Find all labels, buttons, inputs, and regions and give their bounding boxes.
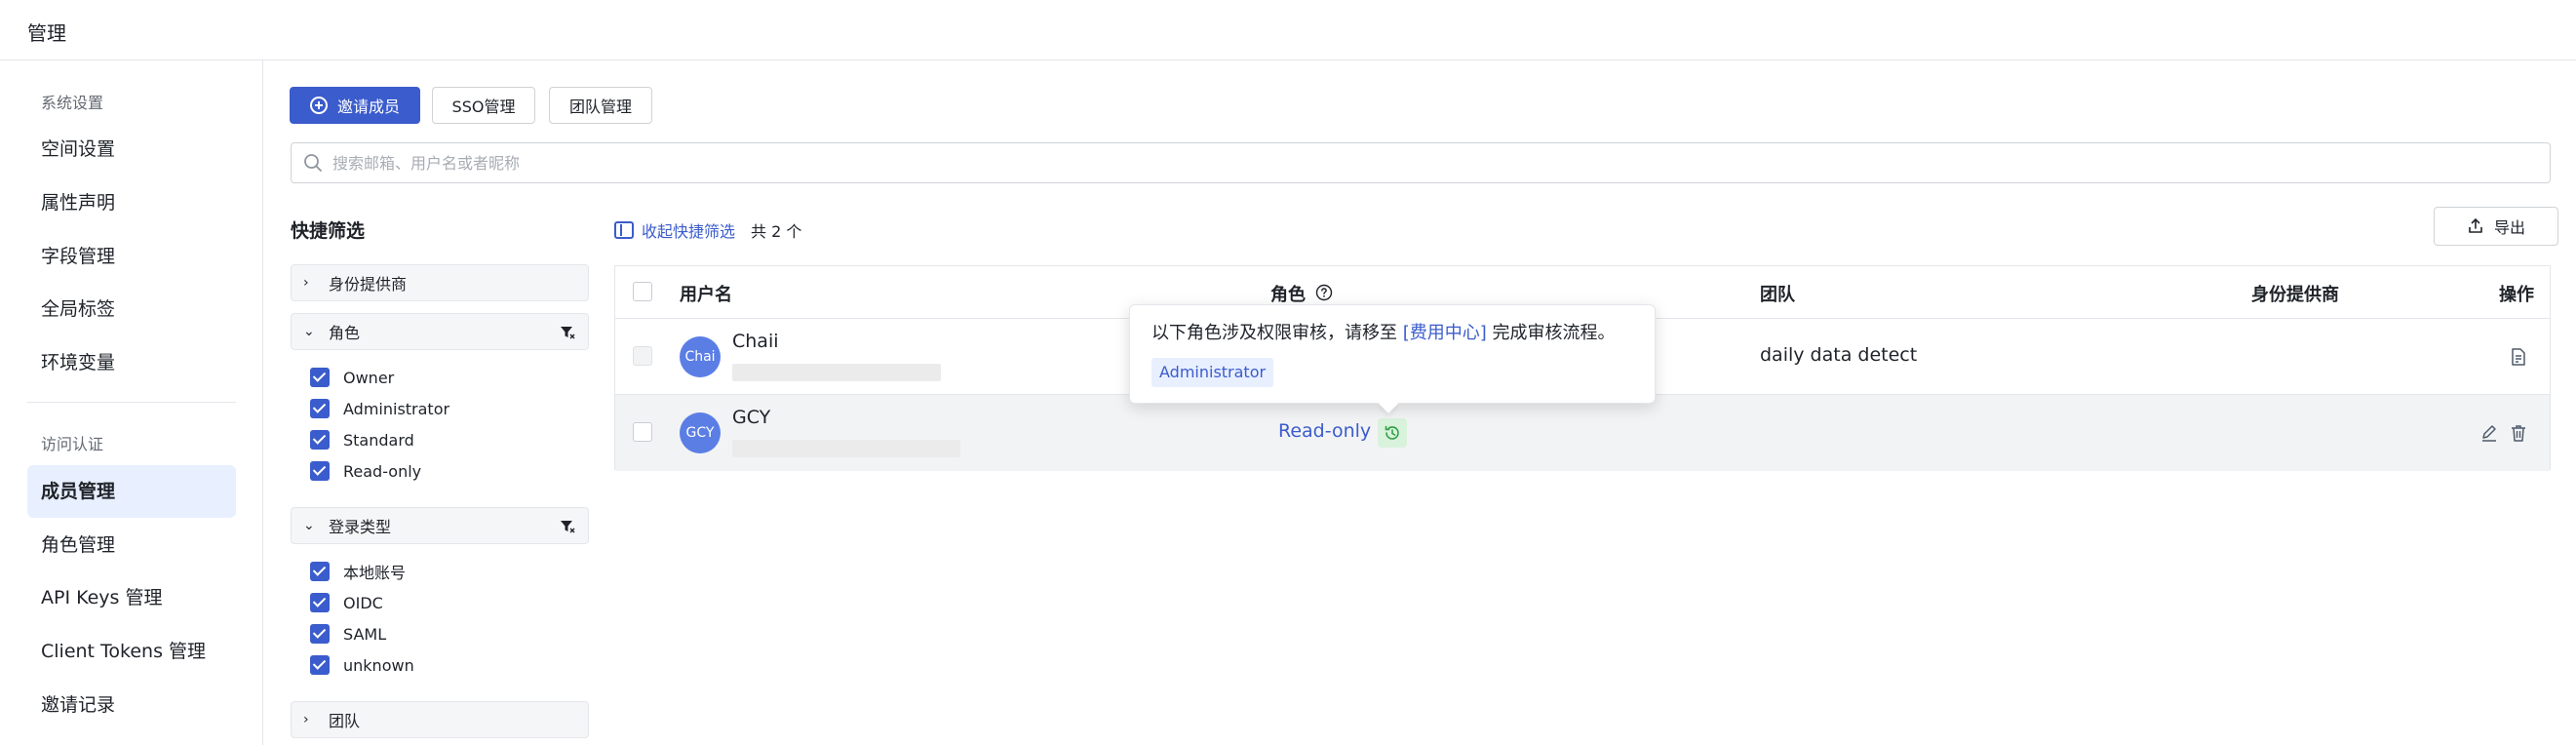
filter-section-identity-provider[interactable]: › 身份提供商 bbox=[291, 264, 589, 301]
chevron-right-icon: › bbox=[303, 712, 309, 727]
search-box bbox=[291, 142, 2551, 183]
sidebar-item-env-vars[interactable]: 环境变量 bbox=[27, 336, 236, 389]
filter-option-read-only[interactable]: Read-only bbox=[310, 459, 421, 483]
filter-option-saml[interactable]: SAML bbox=[310, 622, 386, 646]
sso-manage-button[interactable]: SSO管理 bbox=[432, 87, 535, 124]
filter-option-standard[interactable]: Standard bbox=[310, 428, 414, 451]
checkbox-checked[interactable] bbox=[310, 368, 330, 387]
chevron-down-icon: ⌄ bbox=[303, 518, 315, 533]
popover-message: 以下角色涉及权限审核，请移至 [费用中心] 完成审核流程。 bbox=[1151, 319, 1616, 344]
popover-message-prefix: 以下角色涉及权限审核，请移至 bbox=[1151, 323, 1397, 343]
column-header-actions: 操作 bbox=[2499, 285, 2534, 305]
checkbox-checked[interactable] bbox=[310, 655, 330, 675]
pending-review-badge[interactable] bbox=[1378, 418, 1407, 448]
user-email-redacted bbox=[732, 364, 941, 381]
filter-section-label: 身份提供商 bbox=[329, 275, 408, 294]
sidebar-item-space-settings[interactable]: 空间设置 bbox=[27, 123, 236, 176]
filter-option-administrator[interactable]: Administrator bbox=[310, 397, 449, 420]
sidebar-item-client-tokens[interactable]: Client Tokens 管理 bbox=[27, 625, 236, 678]
sidebar: 系统设置 空间设置 属性声明 字段管理 全局标签 环境变量 访问认证 成员管理 … bbox=[0, 60, 263, 745]
export-label: 导出 bbox=[2493, 218, 2525, 237]
clear-filter-icon[interactable] bbox=[559, 324, 576, 341]
filter-section-login-type[interactable]: ⌄ 登录类型 bbox=[291, 507, 589, 544]
popover-message-suffix: 完成审核流程。 bbox=[1492, 323, 1616, 343]
sidebar-item-roles[interactable]: 角色管理 bbox=[27, 519, 236, 571]
filter-section-team[interactable]: › 团队 bbox=[291, 701, 589, 738]
user-email-redacted bbox=[732, 440, 960, 457]
checkbox-checked[interactable] bbox=[310, 430, 330, 450]
sidebar-item-attributes[interactable]: 属性声明 bbox=[27, 176, 236, 229]
row-checkbox[interactable] bbox=[633, 422, 652, 442]
user-team: daily data detect bbox=[1760, 344, 1918, 366]
clear-filter-icon[interactable] bbox=[559, 518, 576, 535]
column-header-username: 用户名 bbox=[680, 285, 732, 305]
checkbox-checked[interactable] bbox=[310, 624, 330, 644]
edit-icon[interactable] bbox=[2479, 423, 2499, 443]
search-input[interactable] bbox=[332, 143, 2536, 182]
sidebar-divider bbox=[27, 402, 236, 403]
column-header-identity-provider: 身份提供商 bbox=[2251, 285, 2339, 305]
option-label: OIDC bbox=[343, 593, 383, 612]
checkbox-checked[interactable] bbox=[310, 562, 330, 581]
user-name: Chaii bbox=[732, 331, 779, 352]
filter-section-role[interactable]: ⌄ 角色 bbox=[291, 313, 589, 350]
checkbox-checked[interactable] bbox=[310, 461, 330, 481]
top-bar: 管理 bbox=[0, 0, 2576, 60]
checkbox-checked[interactable] bbox=[310, 399, 330, 418]
role-tag-administrator: Administrator bbox=[1151, 358, 1274, 387]
collapse-quick-filter-label: 收起快捷筛选 bbox=[642, 222, 736, 241]
filter-option-oidc[interactable]: OIDC bbox=[310, 591, 383, 614]
role-review-popover: 以下角色涉及权限审核，请移至 [费用中心] 完成审核流程。 Administra… bbox=[1129, 304, 1656, 404]
avatar: Chai bbox=[680, 336, 721, 377]
option-label: Read-only bbox=[343, 461, 422, 481]
sidebar-item-fields[interactable]: 字段管理 bbox=[27, 230, 236, 283]
export-icon bbox=[2469, 217, 2482, 233]
select-all-checkbox[interactable] bbox=[633, 282, 652, 301]
filter-section-label: 角色 bbox=[329, 324, 361, 342]
invite-member-label: 邀请成员 bbox=[336, 98, 400, 116]
collapse-quick-filter-link[interactable]: 收起快捷筛选 bbox=[614, 218, 735, 242]
option-label: Owner bbox=[343, 368, 395, 387]
result-count: 共 2 个 bbox=[751, 222, 802, 241]
view-detail-icon[interactable] bbox=[2509, 347, 2528, 367]
sidebar-item-api-keys[interactable]: API Keys 管理 bbox=[27, 571, 236, 624]
chevron-down-icon: ⌄ bbox=[303, 324, 315, 339]
filter-section-label: 团队 bbox=[329, 712, 361, 730]
history-icon bbox=[1385, 425, 1399, 440]
filter-option-owner[interactable]: Owner bbox=[310, 366, 394, 389]
option-label: 本地账号 bbox=[343, 564, 407, 582]
sidebar-item-invite-records[interactable]: 邀请记录 bbox=[27, 679, 236, 731]
sidebar-group-system: 系统设置 bbox=[41, 94, 104, 112]
filter-option-unknown[interactable]: unknown bbox=[310, 653, 414, 677]
avatar: GCY bbox=[680, 412, 721, 453]
sidebar-group-access: 访问认证 bbox=[41, 435, 104, 453]
search-icon bbox=[304, 154, 322, 172]
plus-circle-icon bbox=[309, 97, 328, 114]
checkbox-checked[interactable] bbox=[310, 593, 330, 612]
column-header-team: 团队 bbox=[1760, 285, 1795, 305]
option-label: Administrator bbox=[343, 399, 450, 418]
row-checkbox bbox=[633, 346, 652, 366]
export-button[interactable]: 导出 bbox=[2434, 207, 2558, 246]
filter-section-label: 登录类型 bbox=[329, 518, 392, 536]
sidebar-item-members[interactable]: 成员管理 bbox=[27, 465, 236, 518]
user-name: GCY bbox=[732, 407, 771, 428]
filter-option-local-account[interactable]: 本地账号 bbox=[310, 560, 406, 583]
user-role[interactable]: Read-only bbox=[1278, 420, 1371, 442]
team-manage-button[interactable]: 团队管理 bbox=[549, 87, 652, 124]
invite-member-button[interactable]: 邀请成员 bbox=[290, 87, 420, 124]
help-icon[interactable] bbox=[1315, 284, 1333, 301]
option-label: unknown bbox=[343, 655, 414, 675]
column-header-role: 角色 bbox=[1270, 285, 1306, 305]
page-title: 管理 bbox=[27, 21, 66, 45]
billing-center-link[interactable]: [费用中心] bbox=[1403, 323, 1487, 343]
sidebar-item-global-tags[interactable]: 全局标签 bbox=[27, 283, 236, 335]
delete-icon[interactable] bbox=[2509, 423, 2528, 443]
table-row: GCY GCY Read-only bbox=[615, 395, 2550, 471]
option-label: Standard bbox=[343, 430, 414, 450]
sidebar-collapse-icon bbox=[614, 221, 634, 239]
option-label: SAML bbox=[343, 624, 387, 644]
chevron-right-icon: › bbox=[303, 275, 309, 291]
quick-filter-title: 快捷筛选 bbox=[291, 220, 366, 242]
